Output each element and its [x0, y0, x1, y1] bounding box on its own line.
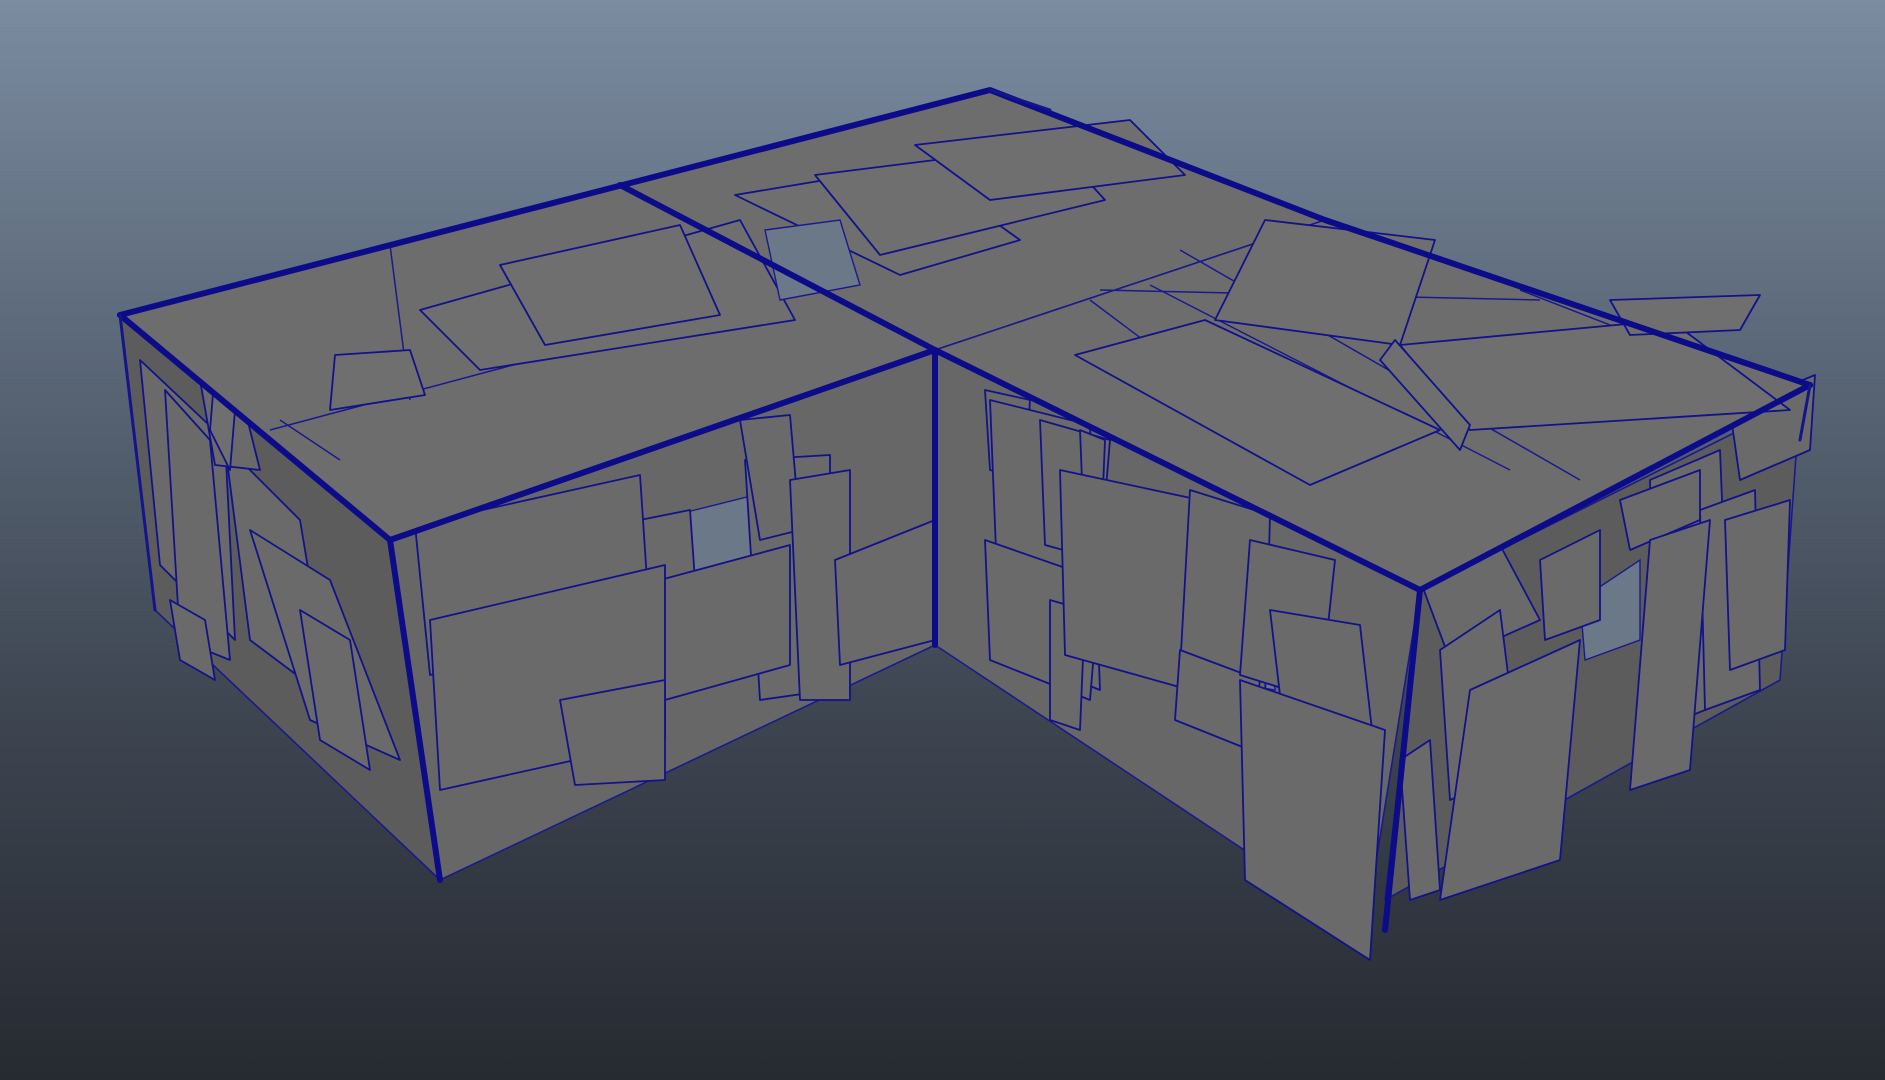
house-model-wireframe[interactable]	[0, 0, 1885, 1080]
3d-viewport[interactable]	[0, 0, 1885, 1080]
